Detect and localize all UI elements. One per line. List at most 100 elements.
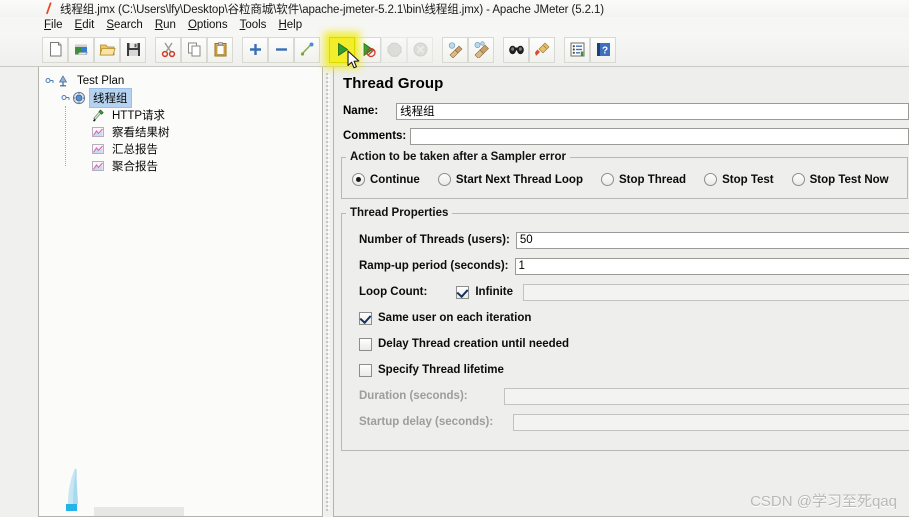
menu-run[interactable]: Run bbox=[155, 19, 184, 31]
test-plan-tree[interactable]: Test Plan 线程组 HTTP请求 察看结果树 汇总报告 聚合报告 bbox=[38, 67, 323, 517]
tree-label-test-plan: Test Plan bbox=[77, 74, 125, 87]
checkbox-mark-icon bbox=[359, 337, 372, 351]
same-user-label: Same user on each iteration bbox=[378, 312, 532, 324]
loop-count-input bbox=[523, 283, 909, 301]
toolbar-group-help: ? bbox=[564, 36, 616, 63]
thread-properties-legend: Thread Properties bbox=[350, 207, 449, 219]
window-title: 线程组.jmx (C:\Users\lfy\Desktop\谷粒商城\软件\ap… bbox=[60, 3, 605, 16]
thread-group-editor: Thread Group Name: 线程组 Comments: Action … bbox=[333, 67, 909, 517]
radio-continue[interactable]: Continue bbox=[352, 173, 420, 186]
menu-file[interactable]: File bbox=[44, 19, 71, 31]
test-plan-icon bbox=[55, 73, 71, 89]
toolbar-separator bbox=[433, 37, 442, 63]
loop-infinite-checkbox[interactable]: Infinite bbox=[456, 285, 514, 299]
start-icon[interactable] bbox=[329, 36, 355, 63]
save-icon[interactable] bbox=[120, 36, 146, 63]
templates-icon[interactable] bbox=[68, 36, 94, 63]
specify-thread-lifetime-label: Specify Thread lifetime bbox=[378, 364, 504, 376]
expand-handle-icon[interactable] bbox=[59, 93, 71, 102]
tree-node-thread-group[interactable]: 线程组 bbox=[59, 87, 322, 108]
menu-label: ile bbox=[51, 19, 63, 31]
new-icon[interactable] bbox=[42, 36, 68, 63]
reset-search-icon[interactable] bbox=[529, 36, 555, 63]
menu-bar[interactable]: File Edit Search Run Options Tools Help bbox=[0, 17, 909, 33]
collapse-all-icon[interactable] bbox=[268, 36, 294, 63]
summary-report-icon bbox=[90, 141, 106, 157]
start-no-timers-icon[interactable] bbox=[355, 36, 381, 63]
startup-delay-input bbox=[513, 413, 909, 431]
cut-icon[interactable] bbox=[155, 36, 181, 63]
toolbar-group-run bbox=[329, 36, 433, 63]
ramp-up-period-input[interactable]: 1 bbox=[514, 257, 909, 275]
specify-thread-lifetime-checkbox[interactable]: Specify Thread lifetime bbox=[342, 360, 909, 380]
toolbar-group-file bbox=[42, 36, 146, 63]
radio-mark-icon bbox=[437, 173, 451, 186]
toolbar-group-clear bbox=[442, 36, 494, 63]
duration-input bbox=[503, 387, 909, 405]
radio-start-next-thread-loop[interactable]: Start Next Thread Loop bbox=[437, 173, 583, 186]
name-input[interactable]: 线程组 bbox=[396, 102, 909, 120]
help-icon[interactable]: ? bbox=[590, 36, 616, 63]
jmeter-window: 线程组.jmx (C:\Users\lfy\Desktop\谷粒商城\软件\ap… bbox=[0, 0, 909, 517]
tree-node-http-request[interactable]: HTTP请求 bbox=[78, 106, 322, 123]
delay-thread-creation-label: Delay Thread creation until needed bbox=[378, 338, 570, 350]
stop-icon bbox=[381, 36, 407, 63]
name-row: Name: 线程组 bbox=[334, 101, 909, 121]
radio-stop-thread[interactable]: Stop Thread bbox=[600, 173, 686, 186]
comments-input[interactable] bbox=[410, 127, 909, 145]
tree-node-view-results-tree[interactable]: 察看结果树 bbox=[78, 123, 322, 140]
menu-options[interactable]: Options bbox=[188, 19, 236, 31]
sampler-error-radios: Continue Start Next Thread Loop Stop Thr… bbox=[342, 167, 907, 190]
tree-node-test-plan[interactable]: Test Plan bbox=[43, 72, 322, 89]
svg-text:?: ? bbox=[601, 46, 607, 57]
menu-help[interactable]: Help bbox=[278, 19, 310, 31]
tree-vertical-line bbox=[65, 106, 66, 166]
menu-label: ools bbox=[245, 19, 267, 31]
thread-group-icon bbox=[71, 90, 87, 106]
menu-mnemonic: O bbox=[187, 19, 197, 31]
checkbox-mark-icon bbox=[456, 285, 470, 299]
tree-label-aggregate-report: 聚合报告 bbox=[112, 160, 158, 173]
menu-edit[interactable]: Edit bbox=[75, 19, 103, 31]
paste-icon[interactable] bbox=[207, 36, 233, 63]
delay-thread-creation-checkbox[interactable]: Delay Thread creation until needed bbox=[342, 334, 909, 354]
open-icon[interactable] bbox=[94, 36, 120, 63]
number-of-threads-row: Number of Threads (users): 50 bbox=[342, 230, 909, 250]
toolbar: ? bbox=[0, 33, 909, 67]
comments-row: Comments: bbox=[334, 126, 909, 146]
toggle-icon[interactable] bbox=[294, 36, 320, 63]
search-icon[interactable] bbox=[503, 36, 529, 63]
ramp-up-period-row: Ramp-up period (seconds): 1 bbox=[342, 256, 909, 276]
clear-icon[interactable] bbox=[442, 36, 468, 63]
name-label: Name: bbox=[343, 105, 379, 117]
comments-label: Comments: bbox=[343, 130, 407, 142]
tree-label-thread-group: 线程组 bbox=[89, 87, 132, 108]
menu-mnemonic: H bbox=[278, 19, 287, 31]
function-helper-icon[interactable] bbox=[564, 36, 590, 63]
radio-stop-test-now[interactable]: Stop Test Now bbox=[791, 173, 889, 186]
jmeter-logo-icon bbox=[40, 2, 56, 15]
tree-node-aggregate-report[interactable]: 聚合报告 bbox=[78, 157, 322, 174]
view-results-tree-icon bbox=[90, 124, 106, 140]
expand-all-icon[interactable] bbox=[242, 36, 268, 63]
tree-label-summary-report: 汇总报告 bbox=[112, 143, 158, 156]
radio-mark-icon bbox=[704, 173, 718, 186]
sampler-error-legend: Action to be taken after a Sampler error bbox=[350, 151, 567, 163]
menu-search[interactable]: Search bbox=[106, 19, 150, 31]
loop-infinite-label: Infinite bbox=[475, 286, 514, 298]
ramp-up-period-label: Ramp-up period (seconds): bbox=[359, 260, 509, 272]
clear-all-icon[interactable] bbox=[468, 36, 494, 63]
expand-handle-icon[interactable] bbox=[43, 76, 55, 85]
page-title: Thread Group bbox=[343, 75, 444, 92]
tree-branch-thread-group: 线程组 HTTP请求 察看结果树 汇总报告 聚合报告 bbox=[43, 87, 322, 174]
tree-node-summary-report[interactable]: 汇总报告 bbox=[78, 140, 322, 157]
menu-label: un bbox=[163, 19, 176, 31]
menu-tools[interactable]: Tools bbox=[240, 19, 275, 31]
split-pane-divider[interactable] bbox=[324, 67, 333, 517]
same-user-checkbox[interactable]: Same user on each iteration bbox=[342, 308, 909, 328]
radio-stop-test[interactable]: Stop Test bbox=[704, 173, 774, 186]
tree-children-container: HTTP请求 察看结果树 汇总报告 聚合报告 bbox=[59, 106, 322, 174]
copy-icon[interactable] bbox=[181, 36, 207, 63]
number-of-threads-input[interactable]: 50 bbox=[515, 231, 909, 249]
menu-mnemonic: R bbox=[154, 19, 164, 31]
